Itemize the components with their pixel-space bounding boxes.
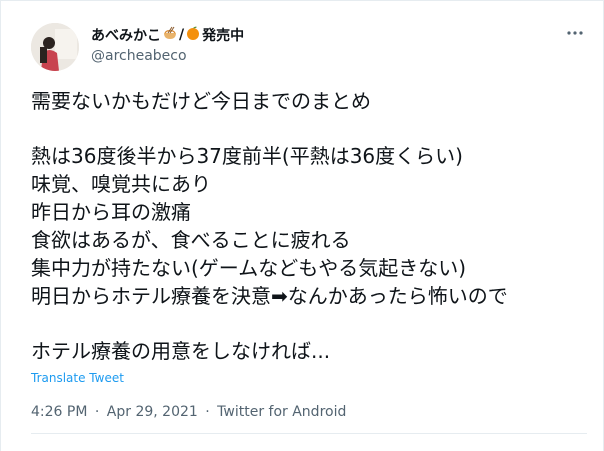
display-name[interactable]: あべみかこ / 発売中 <box>91 25 244 45</box>
tweet-line: 昨日から耳の激痛 <box>31 200 191 224</box>
name-suffix: 発売中 <box>202 28 245 44</box>
orange-icon <box>185 25 201 45</box>
tweet-card: あべみかこ / 発売中 @archeabeco 需要ないかもだけど今日までのまと… <box>0 0 604 451</box>
tweet-line: 熱は36度後半から37度前半(平熱は36度くらい) <box>31 144 463 168</box>
tweet-line: 明日からホテル療養を決意➡なんかあったら怖いので <box>31 284 508 308</box>
translate-tweet-link[interactable]: Translate Tweet <box>31 371 124 385</box>
tweet-header: あべみかこ / 発売中 @archeabeco <box>91 25 244 66</box>
tweet-time[interactable]: 4:26 PM <box>31 404 87 420</box>
tweet-text: 需要ないかもだけど今日までのまとめ 熱は36度後半から37度前半(平熱は36度く… <box>31 87 591 365</box>
more-horizontal-icon <box>567 31 583 35</box>
name-separator: / <box>179 27 185 43</box>
meta-separator: · <box>94 404 100 420</box>
tweet-line: 需要ないかもだけど今日までのまとめ <box>31 89 371 113</box>
noodle-bowl-icon <box>162 25 178 45</box>
divider <box>31 433 587 434</box>
author-handle[interactable]: @archeabeco <box>91 46 244 66</box>
avatar[interactable] <box>31 23 79 71</box>
tweet-line: 集中力が持たない(ゲームなどもやる気起きない) <box>31 256 467 280</box>
tweet-source[interactable]: Twitter for Android <box>217 404 346 420</box>
tweet-metadata: 4:26 PM · Apr 29, 2021 · Twitter for And… <box>31 404 346 420</box>
tweet-line: 味覚、嗅覚共にあり <box>31 172 211 196</box>
tweet-line: ホテル療養の用意をしなければ... <box>31 339 331 363</box>
more-options-button[interactable] <box>561 23 589 43</box>
meta-separator: · <box>205 404 210 420</box>
tweet-date[interactable]: Apr 29, 2021 <box>107 404 198 420</box>
avatar-image <box>31 23 79 71</box>
author-name: あべみかこ <box>91 28 161 44</box>
tweet-line: 食欲はあるが、食べることに疲れる <box>31 228 351 252</box>
